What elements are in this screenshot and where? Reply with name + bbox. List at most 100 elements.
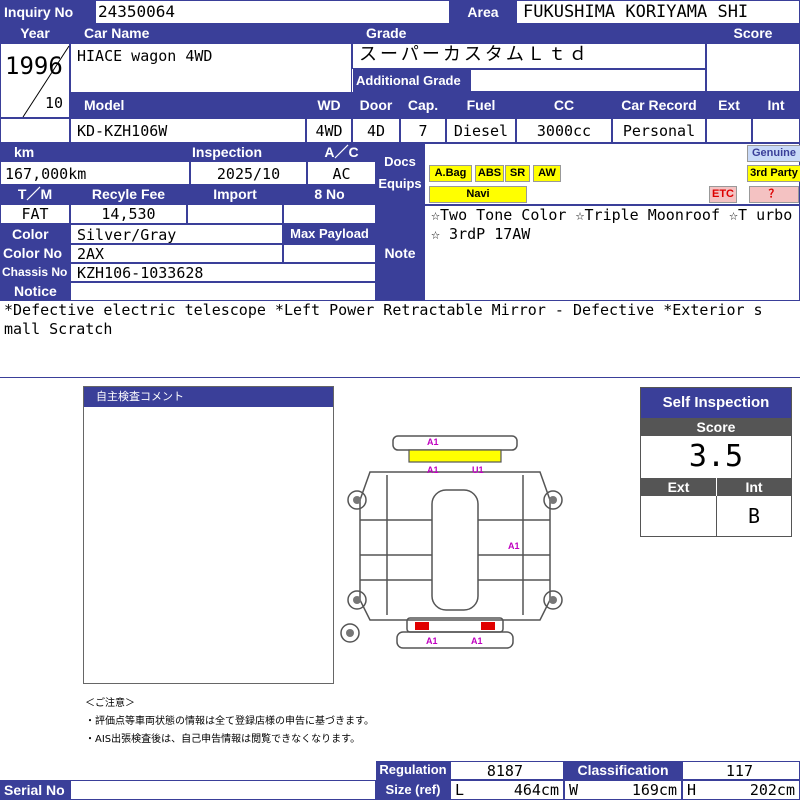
model-value: KD-KZH106W — [70, 118, 306, 143]
color-value: Silver/Gray — [70, 224, 283, 244]
year-label: Year — [0, 24, 70, 43]
wd-value: 4WD — [306, 118, 352, 143]
docs-label: Docs — [384, 154, 416, 169]
comment-title: 自主検査コメント — [84, 387, 333, 407]
mark-front-right: U1 — [472, 465, 484, 475]
sr-badge: SR — [505, 165, 530, 182]
no-value — [283, 204, 376, 224]
navi-badge: Navi — [429, 186, 527, 203]
notice-label: Notice — [0, 282, 70, 301]
inspection-value: 2025/10 — [190, 161, 307, 185]
unknown-badge: ？ — [749, 186, 799, 203]
abag-badge: A.Bag — [429, 165, 472, 182]
comment-box: 自主検査コメント — [83, 386, 334, 684]
score-value — [706, 43, 800, 92]
size-h-label: H — [687, 781, 697, 799]
int-value — [752, 118, 800, 143]
regulation-value: 8187 — [450, 761, 564, 780]
grade-value: スーパーカスタムＬｔｄ — [352, 43, 706, 69]
mark-right-side: A1 — [508, 541, 520, 551]
ac-value: AC — [307, 161, 376, 185]
si-int-label: Int — [716, 478, 791, 496]
serial-no-value — [70, 780, 376, 800]
car-name-label: Car Name — [70, 24, 352, 43]
size-h-value: 202cm — [749, 781, 795, 799]
color-label: Color — [0, 224, 70, 244]
model-label: Model — [70, 92, 306, 118]
door-value: 4D — [352, 118, 400, 143]
int-label: Int — [752, 92, 800, 118]
cap-value: 7 — [400, 118, 446, 143]
docs-equips-label: Docs Equips — [376, 143, 424, 205]
fuel-value: Diesel — [446, 118, 516, 143]
size-l-value: 464cm — [513, 781, 559, 799]
mark-rear-left: A1 — [426, 636, 438, 646]
notes-title: ＜ご注意＞ — [85, 698, 135, 709]
note-line-1: ・評価点等車両状態の情報は全て登録店様の申告に基づきます。 — [85, 716, 374, 727]
recycle-fee-value: 14,530 — [70, 204, 187, 224]
additional-grade-value — [470, 69, 706, 92]
wd-label: WD — [306, 92, 352, 118]
color-no-value: 2AX — [70, 244, 283, 263]
chassis-no-value: KZH106-1033628 — [70, 263, 376, 282]
note-line-2: ・AIS出張検査後は、自己申告情報は閲覧できなくなります。 — [85, 734, 361, 745]
size-l-cell: L 464cm — [450, 780, 564, 800]
size-w-label: W — [569, 781, 579, 799]
classification-label: Classification — [564, 761, 682, 780]
no-label: 8 No — [283, 185, 376, 204]
ext-label: Ext — [706, 92, 752, 118]
abs-badge: ABS — [475, 165, 504, 182]
equips-panel: A.Bag ABS SR AW Navi ETC ？ Genuine 3rd P… — [424, 143, 800, 205]
year-cell: 1996 10 — [0, 43, 70, 118]
aw-badge: AW — [533, 165, 561, 182]
mark-front-left: A1 — [427, 465, 439, 475]
door-label: Door — [352, 92, 400, 118]
chassis-no-label: Chassis No — [0, 263, 70, 282]
year-value: 1996 — [5, 52, 63, 80]
cc-value: 3000cc — [516, 118, 612, 143]
third-party-badge: 3rd Party — [747, 165, 800, 182]
equips-label: Equips — [378, 176, 422, 191]
ext-value — [706, 118, 752, 143]
self-inspection-title: Self Inspection — [641, 388, 791, 418]
cc-label: CC — [516, 92, 612, 118]
max-payload-value — [283, 244, 376, 263]
tm-label: T／M — [0, 185, 70, 204]
additional-grade-label: Additional Grade — [353, 69, 470, 92]
size-l-label: L — [455, 781, 465, 799]
inspection-label: Inspection — [190, 143, 307, 161]
color-no-label: Color No — [0, 244, 70, 263]
size-w-value: 169cm — [631, 781, 677, 799]
ac-label: A／C — [307, 143, 376, 161]
area-value: FUKUSHIMA KORIYAMA SHI — [516, 0, 800, 24]
size-ref-label: Size (ref) — [376, 780, 450, 800]
classification-value: 117 — [682, 761, 800, 780]
regulation-label: Regulation — [376, 761, 450, 780]
si-int-value: B — [716, 496, 791, 536]
si-ext-label: Ext — [641, 478, 716, 496]
car-record-value: Personal — [612, 118, 706, 143]
import-value — [187, 204, 283, 224]
note-value: ☆Two Tone Color ☆Triple Moonroof ☆T urbo… — [424, 205, 800, 301]
serial-no-label: Serial No — [0, 780, 70, 800]
km-value: 167,000km — [0, 161, 190, 185]
car-diagram — [340, 435, 563, 649]
recycle-fee-label: Recyle Fee — [70, 185, 187, 204]
etc-badge: ETC — [709, 186, 737, 203]
score-label: Score — [706, 24, 800, 43]
km-label: km — [0, 143, 190, 161]
area-label: Area — [450, 0, 516, 24]
size-h-cell: H 202cm — [682, 780, 800, 800]
import-label: Import — [187, 185, 283, 204]
genuine-badge: Genuine — [747, 145, 800, 162]
size-w-cell: W 169cm — [564, 780, 682, 800]
tm-value: FAT — [0, 204, 70, 224]
max-payload-label: Max Payload — [283, 224, 376, 244]
month-value: 10 — [45, 94, 64, 112]
mark-front-bumper: A1 — [427, 437, 439, 447]
cap-label: Cap. — [400, 92, 446, 118]
car-record-label: Car Record — [612, 92, 706, 118]
self-inspection-panel: Self Inspection Score 3.5 Ext Int B — [640, 387, 792, 537]
mark-rear-right: A1 — [471, 636, 483, 646]
si-score-value: 3.5 — [688, 439, 744, 474]
